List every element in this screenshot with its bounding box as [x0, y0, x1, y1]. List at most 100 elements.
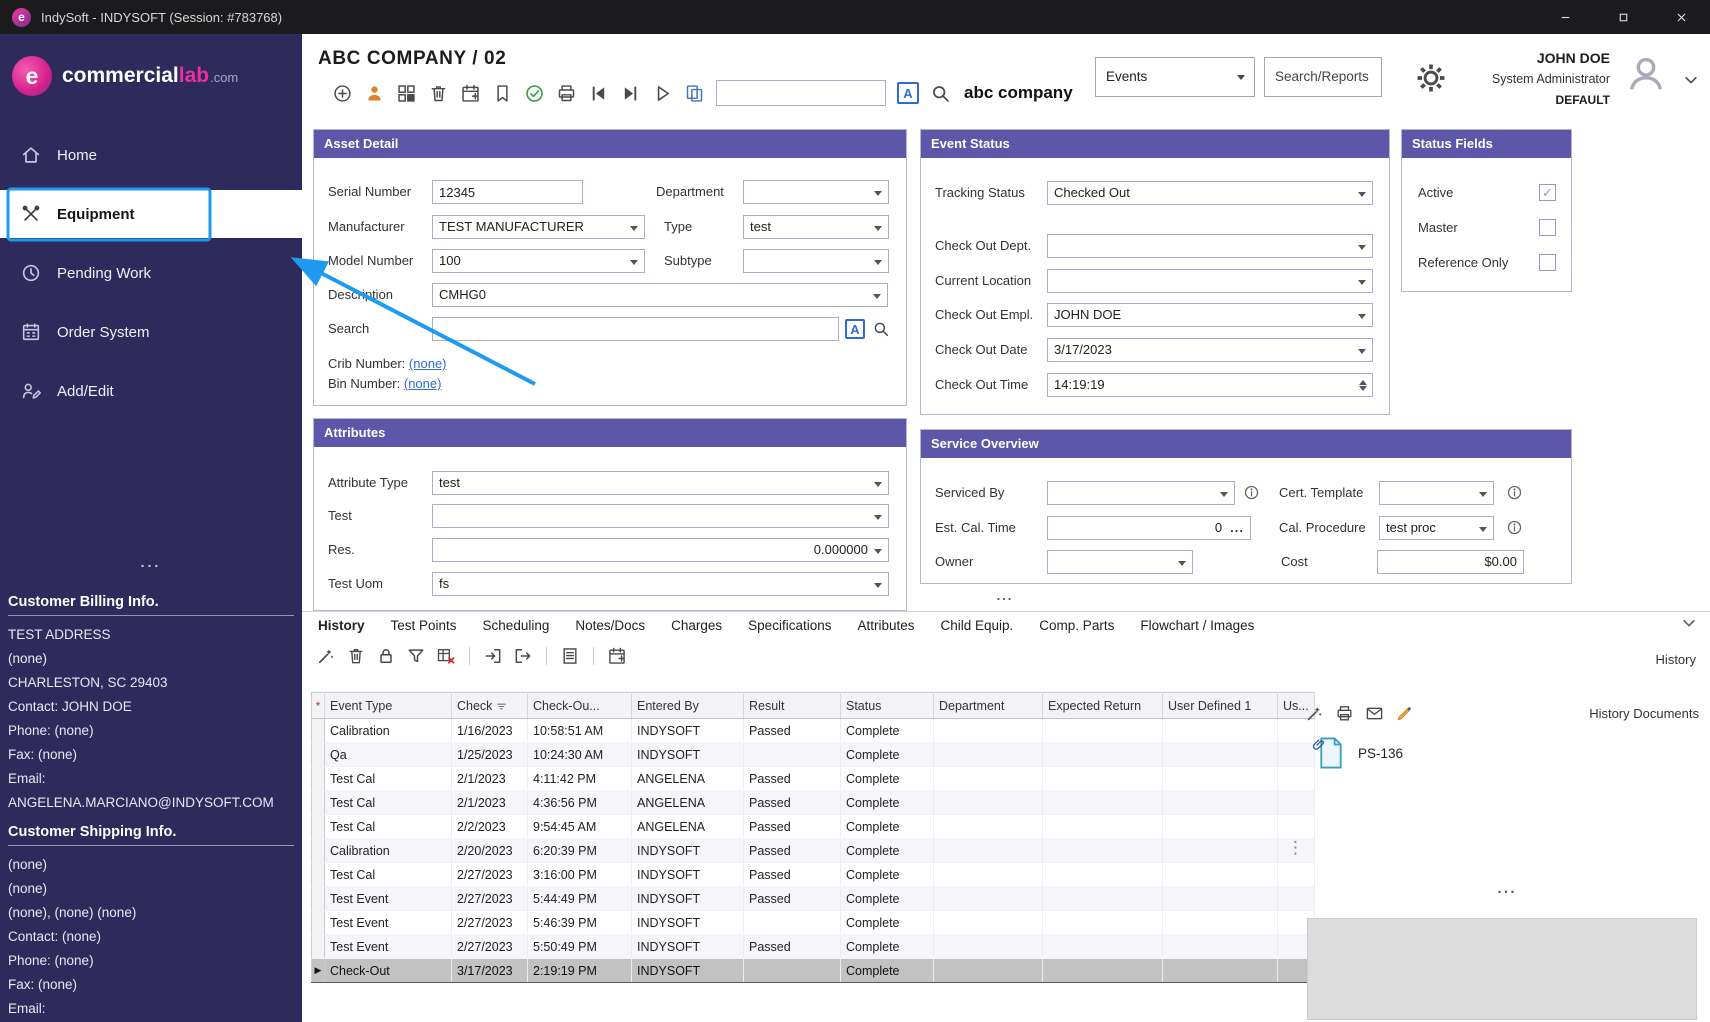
- collapse-chevron-down-icon[interactable]: [1680, 614, 1698, 632]
- attribute-type-select[interactable]: test: [432, 471, 889, 495]
- sidebar-item-pending-work[interactable]: Pending Work: [0, 249, 302, 297]
- delete-icon[interactable]: [428, 83, 449, 104]
- maximize-button[interactable]: [1594, 0, 1652, 34]
- tracking-status-select[interactable]: Checked Out: [1047, 181, 1373, 205]
- table-row[interactable]: Test Cal2/1/20234:36:56 PMANGELENAPassed…: [312, 791, 1315, 815]
- cal-procedure-select[interactable]: test proc: [1379, 516, 1494, 540]
- filter-icon[interactable]: [406, 646, 426, 666]
- sidebar-item-equipment[interactable]: Equipment: [0, 190, 302, 238]
- table-row[interactable]: Test Event2/27/20235:46:39 PMINDYSOFTCom…: [312, 911, 1315, 935]
- master-checkbox[interactable]: [1539, 219, 1556, 236]
- description-select[interactable]: CMHG0: [432, 283, 888, 307]
- owner-select[interactable]: [1047, 550, 1193, 574]
- import-icon[interactable]: [483, 646, 503, 666]
- column-header-user-defined-1[interactable]: User Defined 1: [1163, 693, 1278, 719]
- cert-template-info-icon[interactable]: [1506, 484, 1523, 501]
- table-row[interactable]: Test Cal2/1/20234:11:42 PMANGELENAPassed…: [312, 767, 1315, 791]
- column-header-check-ou[interactable]: Check-Ou...: [528, 693, 632, 719]
- report-icon[interactable]: [560, 646, 580, 666]
- tab-notes-docs[interactable]: Notes/Docs: [575, 618, 645, 633]
- table-row[interactable]: Calibration1/16/202310:58:51 AMINDYSOFTP…: [312, 719, 1315, 743]
- check-out-date-select[interactable]: 3/17/2023: [1047, 338, 1373, 362]
- asset-search-input[interactable]: [432, 317, 839, 341]
- splitter-handle[interactable]: ⋮: [1287, 838, 1304, 858]
- print-icon[interactable]: [1335, 704, 1354, 723]
- tab-history[interactable]: History: [318, 618, 365, 633]
- column-header-event-type[interactable]: Event Type: [325, 693, 452, 719]
- tab-attributes[interactable]: Attributes: [857, 618, 914, 633]
- type-select[interactable]: test: [743, 215, 889, 239]
- sidebar-more-handle[interactable]: ...: [0, 554, 302, 570]
- tab-specifications[interactable]: Specifications: [748, 618, 831, 633]
- wand-icon[interactable]: [1305, 704, 1324, 723]
- subtype-select[interactable]: [743, 249, 889, 273]
- service-collapse-handle[interactable]: ...: [975, 588, 1035, 603]
- column-header-check[interactable]: Check: [452, 693, 528, 719]
- calendar-add-icon[interactable]: [460, 83, 481, 104]
- sidebar-item-home[interactable]: Home: [0, 131, 302, 179]
- table-row[interactable]: Qa1/25/202310:24:30 AMINDYSOFTComplete: [312, 743, 1315, 767]
- auto-search-toggle[interactable]: A: [897, 82, 919, 104]
- crib-number-link[interactable]: (none): [409, 356, 447, 371]
- spinner-arrows[interactable]: [1355, 375, 1370, 396]
- column-header-department[interactable]: Department: [934, 693, 1043, 719]
- serviced-by-info-icon[interactable]: [1243, 484, 1260, 501]
- active-checkbox[interactable]: ✓: [1539, 184, 1556, 201]
- minimize-button[interactable]: [1536, 0, 1594, 34]
- profile-chevron-down-icon[interactable]: [1682, 71, 1700, 89]
- grid-icon[interactable]: [396, 83, 417, 104]
- column-header-expected-return[interactable]: Expected Return: [1043, 693, 1163, 719]
- export-icon[interactable]: [513, 646, 533, 666]
- bookmark-icon[interactable]: [492, 83, 513, 104]
- close-button[interactable]: [1652, 0, 1710, 34]
- reference-only-checkbox[interactable]: [1539, 254, 1556, 271]
- check-circle-icon[interactable]: [524, 83, 545, 104]
- table-row[interactable]: Test Cal2/27/20233:16:00 PMINDYSOFTPasse…: [312, 863, 1315, 887]
- first-record-icon[interactable]: [588, 83, 609, 104]
- test-select[interactable]: [432, 504, 889, 528]
- marker-icon[interactable]: [1395, 704, 1414, 723]
- check-out-empl-select[interactable]: JOHN DOE: [1047, 303, 1373, 327]
- current-location-select[interactable]: [1047, 269, 1373, 293]
- cert-template-select[interactable]: [1379, 481, 1494, 505]
- email-icon[interactable]: [1365, 704, 1384, 723]
- table-row[interactable]: Test Cal2/2/20239:54:45 AMANGELENAPassed…: [312, 815, 1315, 839]
- asset-search-icon[interactable]: [872, 320, 890, 338]
- column-header-result[interactable]: Result: [744, 693, 841, 719]
- check-out-time-spinner[interactable]: 14:19:19: [1047, 373, 1373, 397]
- add-icon[interactable]: [332, 83, 353, 104]
- table-row[interactable]: Test Event2/27/20235:50:49 PMINDYSOFTPas…: [312, 935, 1315, 959]
- last-record-icon[interactable]: [620, 83, 641, 104]
- document-item[interactable]: PS-136: [1316, 736, 1403, 770]
- tab-comp-parts[interactable]: Comp. Parts: [1039, 618, 1114, 633]
- model-number-select[interactable]: 100: [432, 249, 645, 273]
- copy-icon[interactable]: [684, 83, 705, 104]
- print-icon[interactable]: [556, 83, 577, 104]
- test-uom-select[interactable]: fs: [432, 572, 889, 596]
- tab-child-equip[interactable]: Child Equip.: [941, 618, 1014, 633]
- avatar[interactable]: [1622, 50, 1670, 96]
- column-header-status[interactable]: Status: [841, 693, 934, 719]
- res-select[interactable]: 0.000000: [432, 538, 889, 562]
- table-row[interactable]: ▶Check-Out3/17/20232:19:19 PMINDYSOFTCom…: [312, 959, 1315, 983]
- department-select[interactable]: [743, 180, 889, 204]
- documents-more-handle[interactable]: ...: [1462, 880, 1552, 898]
- tab-scheduling[interactable]: Scheduling: [483, 618, 550, 633]
- cal-procedure-info-icon[interactable]: [1506, 519, 1523, 536]
- tab-charges[interactable]: Charges: [671, 618, 722, 633]
- calendar-add-icon[interactable]: [607, 646, 627, 666]
- run-icon[interactable]: [652, 83, 673, 104]
- table-row[interactable]: Calibration2/20/20236:20:39 PMINDYSOFTPa…: [312, 839, 1315, 863]
- asset-auto-search-toggle[interactable]: A: [845, 319, 865, 339]
- est-cal-time-field[interactable]: 0...: [1047, 516, 1251, 540]
- cost-field[interactable]: $0.00: [1377, 550, 1524, 574]
- serviced-by-select[interactable]: [1047, 481, 1235, 505]
- wand-icon[interactable]: [316, 646, 336, 666]
- column-header-entered-by[interactable]: Entered By: [632, 693, 744, 719]
- search-icon[interactable]: [930, 83, 951, 104]
- bin-number-link[interactable]: (none): [404, 376, 442, 391]
- tab-test-points[interactable]: Test Points: [391, 618, 457, 633]
- table-row[interactable]: Test Event2/27/20235:44:49 PMINDYSOFTPas…: [312, 887, 1315, 911]
- manufacturer-select[interactable]: TEST MANUFACTURER: [432, 215, 645, 239]
- sidebar-item-add-edit[interactable]: Add/Edit: [0, 367, 302, 415]
